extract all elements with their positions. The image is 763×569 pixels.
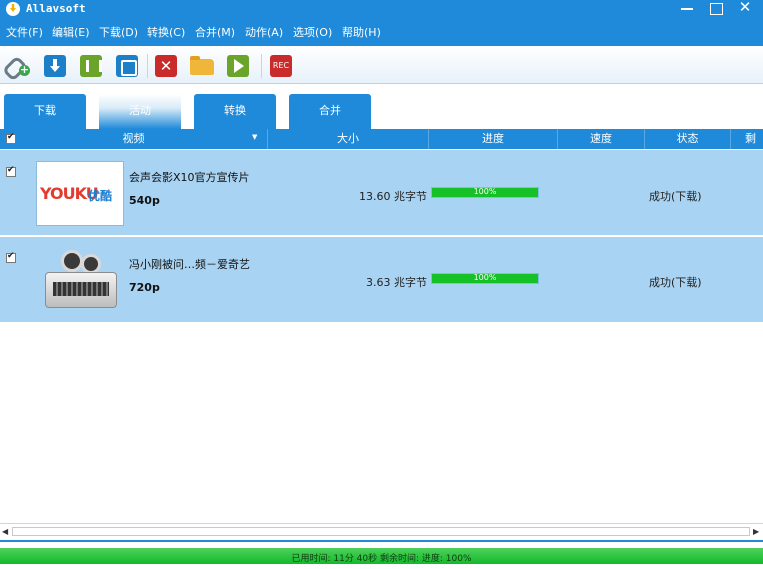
- record-button[interactable]: REC: [270, 55, 292, 77]
- download-icon[interactable]: [44, 55, 66, 77]
- status-bar: 已用时间: 11分 40秒 剩余时间: 进度: 100%: [0, 540, 763, 569]
- table-row[interactable]: 冯小刚被问…频－爱奇艺 720p 3.63 兆字节 100% 成功(下载): [0, 237, 763, 323]
- video-title: 会声会影X10官方宣传片: [129, 171, 250, 184]
- scrollbar-thumb[interactable]: [12, 527, 750, 536]
- column-progress[interactable]: 进度: [429, 129, 558, 149]
- menu-edit[interactable]: 编辑(E): [52, 24, 90, 40]
- table-row[interactable]: YOUKU 优酷 会声会影X10官方宣传片 540p 13.60 兆字节 100…: [0, 150, 763, 236]
- app-window: Allavsoft ✕ 文件(F) 编辑(E) 下载(D) 转换(C) 合并(M…: [0, 0, 763, 569]
- file-size: 13.60 兆字节: [359, 190, 427, 203]
- video-thumbnail: YOUKU 优酷: [36, 161, 124, 226]
- progress-text: 100%: [473, 273, 497, 282]
- menu-convert[interactable]: 转换(C): [147, 24, 185, 40]
- menu-merge[interactable]: 合并(M): [195, 24, 235, 40]
- pause-icon[interactable]: [80, 55, 102, 77]
- tab-active[interactable]: 活动: [99, 94, 181, 129]
- menu-bar: 文件(F) 编辑(E) 下载(D) 转换(C) 合并(M) 动作(A) 选项(O…: [0, 18, 763, 46]
- app-logo-icon: [6, 2, 20, 16]
- row-checkbox[interactable]: [6, 251, 16, 263]
- row-checkbox[interactable]: [6, 165, 16, 177]
- tab-merge[interactable]: 合并: [289, 94, 371, 129]
- close-button[interactable]: ✕: [731, 0, 759, 18]
- status-text: 已用时间: 11分 40秒 剩余时间: 进度: 100%: [291, 554, 472, 564]
- toolbar: ✕ REC: [0, 46, 763, 84]
- minimize-button[interactable]: [673, 0, 701, 18]
- column-size[interactable]: 大小: [268, 129, 429, 149]
- column-video[interactable]: 视频: [0, 129, 268, 149]
- column-remaining[interactable]: 剩: [731, 129, 763, 149]
- delete-icon[interactable]: ✕: [155, 55, 177, 77]
- play-icon[interactable]: [227, 55, 249, 77]
- column-status[interactable]: 状态: [645, 129, 731, 149]
- progress-bar: 100%: [431, 273, 539, 284]
- toolbar-separator: [147, 54, 148, 78]
- scroll-left-icon[interactable]: ◀: [2, 527, 8, 536]
- toolbar-separator: [261, 54, 262, 78]
- film-projector-icon: [45, 250, 117, 310]
- file-size: 3.63 兆字节: [366, 276, 427, 289]
- youku-logo-cn: 优酷: [88, 189, 113, 203]
- scroll-right-icon[interactable]: ▶: [753, 527, 759, 536]
- tab-download[interactable]: 下载: [4, 94, 86, 129]
- add-url-icon[interactable]: [7, 55, 30, 77]
- maximize-button[interactable]: [702, 0, 730, 18]
- open-folder-icon[interactable]: [190, 56, 214, 75]
- menu-action[interactable]: 动作(A): [245, 24, 283, 40]
- video-quality: 720p: [129, 281, 160, 294]
- progress-text: 100%: [473, 187, 497, 196]
- horizontal-scrollbar[interactable]: ◀ ▶: [0, 523, 763, 538]
- title-bar: Allavsoft ✕: [0, 0, 763, 18]
- sort-arrow-icon: ▼: [252, 133, 258, 141]
- tab-convert[interactable]: 转换: [194, 94, 276, 129]
- tab-strip: 下载 活动 转换 合并: [0, 84, 763, 129]
- menu-options[interactable]: 选项(O): [293, 24, 332, 40]
- menu-file[interactable]: 文件(F): [6, 24, 43, 40]
- download-status: 成功(下载): [649, 190, 702, 203]
- column-speed[interactable]: 速度: [558, 129, 645, 149]
- window-title: Allavsoft: [26, 2, 86, 15]
- download-status: 成功(下载): [649, 276, 702, 289]
- stop-icon[interactable]: [116, 55, 138, 77]
- video-title: 冯小刚被问…频－爱奇艺: [129, 258, 250, 271]
- video-quality: 540p: [129, 194, 160, 207]
- progress-bar: 100%: [431, 187, 539, 198]
- column-header: 视频 ▼ 大小 进度 速度 状态 剩: [0, 129, 763, 149]
- menu-download[interactable]: 下载(D): [99, 24, 138, 40]
- menu-help[interactable]: 帮助(H): [342, 24, 381, 40]
